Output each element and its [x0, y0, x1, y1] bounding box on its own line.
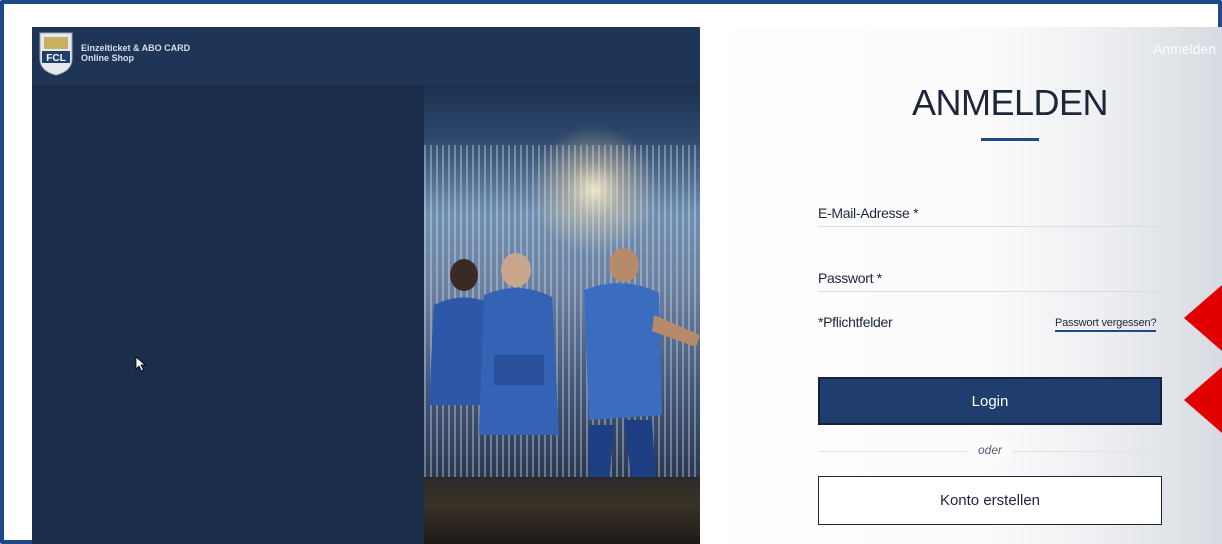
brand-line-2: Online Shop: [81, 53, 134, 63]
players-silhouette: [429, 248, 700, 485]
brand-line-1: Einzelticket & ABO CARD: [81, 43, 191, 53]
email-label: E-Mail-Adresse *: [818, 205, 919, 221]
fcl-logo-icon[interactable]: FCL: [36, 31, 76, 77]
email-field[interactable]: E-Mail-Adresse *: [818, 205, 1162, 227]
create-account-button[interactable]: Konto erstellen: [818, 476, 1162, 525]
password-field[interactable]: Passwort *: [818, 270, 1162, 292]
page-title: ANMELDEN: [911, 82, 1109, 123]
left-navy-panel: [32, 27, 424, 544]
browser-viewport: FCL Einzelticket & ABO CARD Online Shop …: [32, 27, 1222, 544]
stadium-stand: [424, 477, 700, 544]
forgot-password-link[interactable]: Passwort vergessen?: [1055, 317, 1157, 332]
logo-text: FCL: [46, 53, 65, 64]
top-right-anmelden-link[interactable]: Anmelden: [1153, 41, 1216, 57]
required-fields-note: *Pflichtfelder: [818, 314, 893, 330]
red-arrow-icon: [1184, 285, 1222, 351]
or-divider-text: oder: [968, 443, 1012, 457]
mouse-cursor-icon: [135, 356, 147, 372]
login-button[interactable]: Login: [818, 377, 1162, 425]
title-underline: [981, 138, 1039, 141]
login-panel: Anmelden ANMELDEN E-Mail-Adresse * Passw…: [700, 27, 1222, 544]
password-label: Passwort *: [818, 270, 882, 286]
stadium-players-image: [424, 85, 700, 544]
brand-title[interactable]: Einzelticket & ABO CARD Online Shop: [81, 43, 190, 63]
red-arrow-icon: [1184, 367, 1222, 433]
